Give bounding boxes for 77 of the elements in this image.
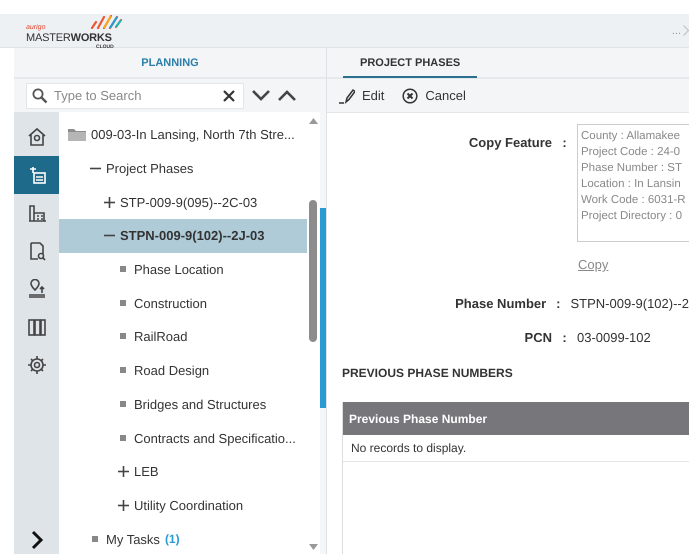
binder-icon [26, 317, 46, 337]
tree-label: Utility Coordination [134, 498, 244, 513]
tree-item[interactable]: LEB [59, 454, 307, 489]
tree-label: 009-03-In Lansing, North 7th Stre... [91, 127, 295, 142]
field-value: STPN-009-9(102)--2 [570, 296, 689, 311]
clear-icon[interactable] [223, 90, 235, 102]
tree-label: Construction [134, 296, 207, 311]
field-label: Phase Number [454, 296, 546, 311]
section-heading: PREVIOUS PHASE NUMBERS [342, 366, 514, 380]
house-icon [26, 127, 46, 147]
bullet-icon [90, 536, 101, 543]
column-header[interactable]: Previous Phase Number [349, 412, 488, 426]
colon: : [561, 135, 568, 150]
tree-item[interactable]: 009-03-In Lansing, North 7th Stre... [59, 118, 307, 152]
bullet-icon [118, 434, 129, 442]
tree-item[interactable]: STP-009-9(095)--2C-03 [59, 185, 307, 220]
tree-item[interactable]: Construction [59, 286, 307, 320]
tree-item[interactable]: Utility Coordination [59, 488, 307, 522]
copy-feature-box[interactable]: County : Allamakee Project Code : 24-0 Phase Number : ST Location : In Lansin Work Code : 6031-R Project Directory : 0 [577, 124, 689, 242]
field-value: 03-0099-102 [577, 330, 651, 345]
tree-label: Contracts and Specificatio... [134, 430, 296, 446]
tree-label: Phase Location [134, 262, 224, 278]
tree-item[interactable]: Phase Location [59, 252, 307, 286]
feature-line: Project Code : 24-0 [581, 145, 682, 160]
chevron-down-icon[interactable] [252, 90, 270, 101]
tree-label: RailRoad [134, 329, 188, 344]
expand-icon[interactable] [118, 466, 129, 478]
scroll-down-icon[interactable] [309, 544, 318, 550]
pencil-icon [339, 88, 355, 104]
pin-icon [26, 279, 46, 299]
tree-item[interactable]: Project Phases [59, 152, 307, 186]
bullet-icon [118, 300, 129, 307]
edit-button[interactable]: Edit [337, 86, 386, 106]
building-icon [26, 203, 46, 223]
splitter-handle[interactable] [320, 208, 326, 408]
tree-label: Project Phases [106, 161, 194, 176]
settings-icon [26, 355, 46, 375]
bullet-icon [118, 266, 129, 274]
feature-line: Project Directory : 0 [581, 209, 683, 224]
scroll-up-icon[interactable] [309, 118, 318, 124]
search-icon [32, 88, 48, 104]
field-label: Copy Feature [468, 135, 552, 150]
task-count: (1) [164, 532, 180, 546]
tree-label: STPN-009-9(102)--2J-03 [120, 228, 265, 244]
field-label: PCN [524, 330, 552, 345]
scrollbar-thumb[interactable] [309, 200, 317, 342]
copy-link[interactable]: Copy [578, 257, 608, 272]
colon: : [561, 330, 568, 345]
tree-item[interactable]: RailRoad [59, 320, 307, 354]
tree-item[interactable]: Road Design [59, 354, 307, 388]
cancel-button[interactable]: Cancel [400, 86, 468, 106]
feature-line: County : Allamakee [581, 129, 682, 144]
bullet-icon [118, 333, 129, 340]
chevron-right-icon[interactable] [30, 530, 42, 550]
tree-label: STP-009-9(095)--2C-03 [120, 194, 258, 210]
cancel-icon [402, 88, 418, 104]
tree-label: Bridges and Structures [134, 396, 266, 412]
tree-item[interactable]: Contracts and Specificatio... [59, 421, 307, 455]
feature-line: Location : In Lansin [581, 177, 682, 192]
feature-line: Phase Number : ST [581, 161, 683, 176]
colon: : [555, 296, 562, 311]
finance-button[interactable] [14, 156, 59, 194]
search-field[interactable]: Type to Search [26, 82, 244, 108]
tree-label: My Tasks [106, 532, 160, 547]
tree-item[interactable]: STPN-009-9(102)--2J-03 [59, 219, 307, 253]
feature-line: Work Code : 6031-R [581, 193, 687, 208]
tree-label: LEB [134, 464, 159, 480]
folder-icon [68, 128, 86, 142]
empty-message: No records to display. [343, 435, 689, 462]
expand-icon[interactable] [118, 500, 129, 511]
expand-icon[interactable] [104, 196, 115, 208]
bullet-icon [118, 400, 129, 408]
chevron-up-icon[interactable] [278, 90, 296, 101]
bullet-icon [118, 367, 129, 374]
tree-label: Road Design [134, 363, 210, 378]
tree-item[interactable]: My Tasks (1) [59, 522, 307, 554]
tree-item[interactable]: Bridges and Structures [59, 388, 307, 422]
